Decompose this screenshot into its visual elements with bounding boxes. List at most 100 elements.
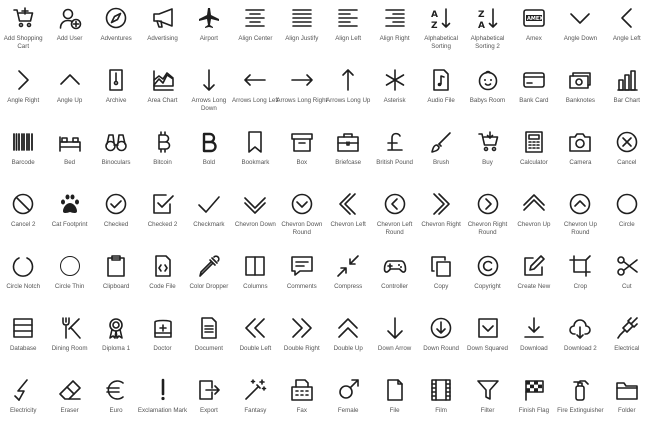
icon-tile-align-left[interactable]: Align Left [325, 2, 372, 68]
icon-tile-clipboard[interactable]: Clipboard [93, 250, 140, 316]
icon-tile-asterisk[interactable]: Asterisk [371, 64, 418, 130]
icon-tile-double-left[interactable]: Double Left [232, 312, 279, 378]
icon-tile-down-squared[interactable]: Down Squared [464, 312, 511, 378]
icon-tile-download[interactable]: Download [510, 312, 557, 378]
icon-tile-chevron-left[interactable]: Chevron Left [325, 188, 372, 254]
icon-tile-down-round[interactable]: Down Round [418, 312, 465, 378]
icon-tile-diploma[interactable]: Diploma 1 [93, 312, 140, 378]
icon-tile-database[interactable]: Database [0, 312, 47, 378]
icon-tile-fire-extinguisher[interactable]: Fire Extinguisher [557, 374, 604, 440]
icon-tile-chevron-down[interactable]: Chevron Down [232, 188, 279, 254]
icon-tile-banknotes[interactable]: Banknotes [557, 64, 604, 130]
icon-tile-chevron-right[interactable]: Chevron Right [418, 188, 465, 254]
icon-tile-align-justify[interactable]: Align Justify [278, 2, 325, 68]
icon-tile-bar-chart[interactable]: Bar Chart [603, 64, 650, 130]
icon-tile-chevron-up[interactable]: Chevron Up [510, 188, 557, 254]
icon-tile-file[interactable]: File [371, 374, 418, 440]
icon-tile-align-right[interactable]: Align Right [371, 2, 418, 68]
icon-tile-binoculars[interactable]: Binoculars [93, 126, 140, 192]
icon-label: Finish Flag [518, 407, 550, 414]
icon-tile-bank-card[interactable]: Bank Card [510, 64, 557, 130]
icon-tile-fax[interactable]: Fax [278, 374, 325, 440]
icon-tile-comments[interactable]: Comments [278, 250, 325, 316]
icon-tile-dining[interactable]: Dining Room [46, 312, 93, 378]
icon-tile-circle-notch[interactable]: Circle Notch [0, 250, 47, 316]
icon-tile-buy-cart[interactable]: Buy [464, 126, 511, 192]
icon-tile-double-up[interactable]: Double Up [325, 312, 372, 378]
icon-tile-exclamation-mark[interactable]: Exclamation Mark [138, 374, 187, 440]
icon-tile-bed[interactable]: Bed [46, 126, 93, 192]
icon-tile-folder[interactable]: Folder [603, 374, 650, 440]
icon-tile-finish-flag[interactable]: Finish Flag [510, 374, 557, 440]
icon-tile-compass[interactable]: Adventures [93, 2, 140, 68]
icon-tile-add-shopping-cart[interactable]: Add Shopping Cart [0, 2, 47, 68]
icon-tile-chevron-down-round[interactable]: Chevron Down Round [278, 188, 325, 254]
icon-tile-box[interactable]: Box [278, 126, 325, 192]
icon-tile-cut[interactable]: Cut [603, 250, 650, 316]
icon-tile-chevron-left-round[interactable]: Chevron Left Round [371, 188, 418, 254]
icon-tile-pound[interactable]: British Pound [371, 126, 418, 192]
icon-tile-doctor[interactable]: Doctor [139, 312, 186, 378]
icon-tile-audio-file[interactable]: Audio File [418, 64, 465, 130]
icon-tile-camera[interactable]: Camera [557, 126, 604, 192]
icon-tile-copyright[interactable]: Copyright [464, 250, 511, 316]
icon-tile-code-file[interactable]: Code File [139, 250, 186, 316]
icon-tile-film[interactable]: Film [418, 374, 465, 440]
icon-tile-crop[interactable]: Crop [557, 250, 604, 316]
icon-tile-bold[interactable]: Bold [185, 126, 232, 192]
icon-tile-amex[interactable]: AMEX Amex [510, 2, 557, 68]
icon-tile-sort-az[interactable]: A Z Alphabetical Sorting [418, 2, 465, 68]
icon-tile-bitcoin[interactable]: Bitcoin [139, 126, 186, 192]
icon-tile-calculator[interactable]: Calculator [510, 126, 557, 192]
icon-tile-cancel[interactable]: Cancel [603, 126, 650, 192]
icon-tile-color-dropper[interactable]: Color Dropper [185, 250, 232, 316]
icon-tile-arrow-long-right[interactable]: Arrows Long Right [276, 64, 327, 130]
icon-tile-barcode[interactable]: Barcode [0, 126, 47, 192]
icon-tile-checked-2[interactable]: Checked 2 [139, 188, 186, 254]
icon-tile-filter[interactable]: Filter [464, 374, 511, 440]
icon-tile-angle-left[interactable]: Angle Left [603, 2, 650, 68]
icon-tile-briefcase[interactable]: Briefcase [325, 126, 372, 192]
icon-tile-copy[interactable]: Copy [418, 250, 465, 316]
icon-tile-align-center[interactable]: Align Center [232, 2, 279, 68]
icon-tile-create-new[interactable]: Create New [510, 250, 557, 316]
icon-tile-chevron-right-round[interactable]: Chevron Right Round [464, 188, 511, 254]
icon-tile-chevron-up-round[interactable]: Chevron Up Round [557, 188, 604, 254]
icon-tile-down-arrow[interactable]: Down Arrow [371, 312, 418, 378]
icon-label: Advertising [147, 35, 178, 42]
icon-tile-electricity[interactable]: Electricity [0, 374, 47, 440]
icon-tile-circle-thin[interactable]: Circle Thin [46, 250, 93, 316]
icon-tile-columns[interactable]: Columns [232, 250, 279, 316]
icon-tile-archive[interactable]: Archive [93, 64, 140, 130]
icon-tile-checkmark[interactable]: Checkmark [185, 188, 232, 254]
icon-tile-eraser[interactable]: Eraser [46, 374, 93, 440]
icon-tile-angle-down[interactable]: Angle Down [557, 2, 604, 68]
icon-tile-checked[interactable]: Checked [93, 188, 140, 254]
icon-tile-export[interactable]: Export [185, 374, 232, 440]
icon-tile-cancel-2[interactable]: Cancel 2 [0, 188, 47, 254]
icon-tile-area-chart[interactable]: Area Chart [139, 64, 186, 130]
icon-tile-arrow-long-left[interactable]: Arrows Long Left [232, 64, 279, 130]
icon-tile-electrical-plug[interactable]: Electrical [603, 312, 650, 378]
icon-tile-cloud-download[interactable]: Download 2 [557, 312, 604, 378]
icon-tile-compress[interactable]: Compress [325, 250, 372, 316]
icon-tile-sort-za[interactable]: Z A Alphabetical Sorting 2 [464, 2, 511, 68]
icon-tile-document[interactable]: Document [185, 312, 232, 378]
icon-tile-megaphone[interactable]: Advertising [139, 2, 186, 68]
icon-tile-circle[interactable]: Circle [603, 188, 650, 254]
icon-tile-angle-right[interactable]: Angle Right [0, 64, 47, 130]
icon-tile-double-right[interactable]: Double Right [278, 312, 325, 378]
icon-tile-brush[interactable]: Brush [418, 126, 465, 192]
icon-tile-bookmark[interactable]: Bookmark [232, 126, 279, 192]
icon-tile-female[interactable]: Female [325, 374, 372, 440]
icon-tile-arrow-long-down[interactable]: Arrows Long Down [185, 64, 232, 130]
icon-tile-airplane[interactable]: Airport [185, 2, 232, 68]
icon-tile-add-user[interactable]: Add User [46, 2, 93, 68]
icon-tile-arrow-long-up[interactable]: Arrows Long Up [325, 64, 372, 130]
icon-tile-cat-footprint[interactable]: Cat Footprint [46, 188, 93, 254]
icon-tile-baby[interactable]: Babys Room [464, 64, 511, 130]
icon-tile-euro[interactable]: Euro [93, 374, 140, 440]
icon-tile-angle-up[interactable]: Angle Up [46, 64, 93, 130]
icon-tile-controller[interactable]: Controller [371, 250, 418, 316]
icon-tile-magic-wand[interactable]: Fantasy [232, 374, 279, 440]
